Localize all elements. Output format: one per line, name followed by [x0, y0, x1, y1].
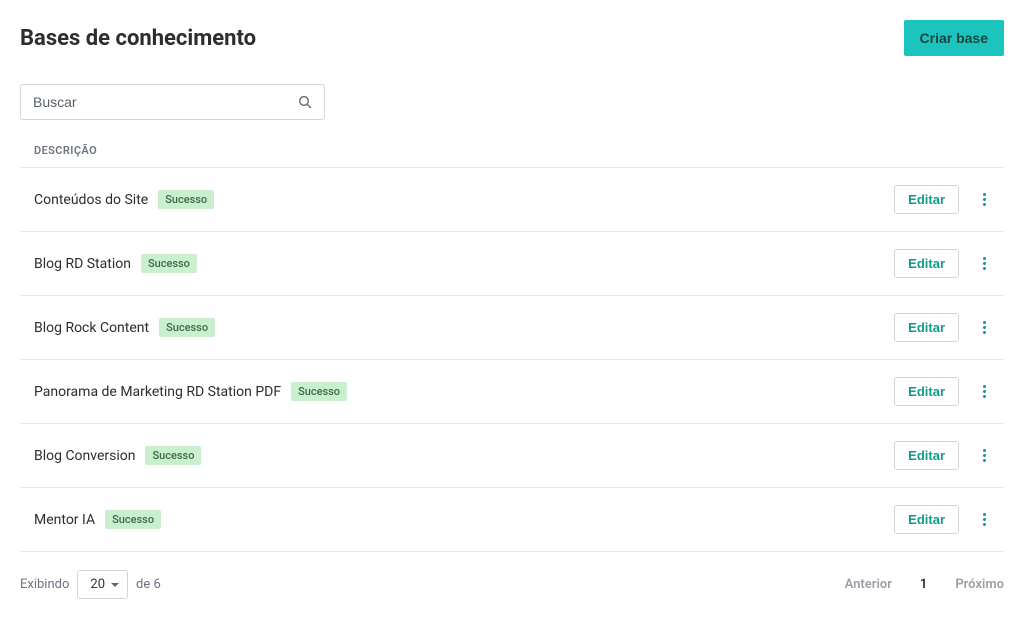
kebab-menu-icon[interactable]: [979, 509, 990, 530]
edit-button[interactable]: Editar: [894, 441, 959, 470]
table-row: Panorama de Marketing RD Station PDF Suc…: [20, 360, 1004, 424]
status-badge: Sucesso: [159, 318, 215, 337]
search-input[interactable]: [20, 84, 325, 120]
status-badge: Sucesso: [158, 190, 214, 209]
table-row: Blog Rock Content Sucesso Editar: [20, 296, 1004, 360]
of-total-label: de 6: [136, 577, 161, 592]
status-badge: Sucesso: [145, 446, 201, 465]
column-header-description: DESCRIÇÃO: [20, 136, 1004, 168]
edit-button[interactable]: Editar: [894, 249, 959, 278]
pager-current: 1: [920, 577, 927, 592]
page-size-value: 20: [90, 577, 105, 592]
row-name: Blog Conversion: [34, 448, 135, 464]
edit-button[interactable]: Editar: [894, 185, 959, 214]
edit-button[interactable]: Editar: [894, 505, 959, 534]
page-size-select[interactable]: 20: [77, 570, 128, 599]
kebab-menu-icon[interactable]: [979, 253, 990, 274]
kebab-menu-icon[interactable]: [979, 317, 990, 338]
status-badge: Sucesso: [141, 254, 197, 273]
search-icon: [297, 94, 313, 110]
row-name: Blog Rock Content: [34, 320, 149, 336]
kebab-menu-icon[interactable]: [979, 189, 990, 210]
kebab-menu-icon[interactable]: [979, 381, 990, 402]
kebab-menu-icon[interactable]: [979, 445, 990, 466]
table-row: Mentor IA Sucesso Editar: [20, 488, 1004, 552]
status-badge: Sucesso: [105, 510, 161, 529]
table-row: Conteúdos do Site Sucesso Editar: [20, 168, 1004, 232]
edit-button[interactable]: Editar: [894, 313, 959, 342]
search-wrapper: [20, 84, 325, 120]
edit-button[interactable]: Editar: [894, 377, 959, 406]
showing-label: Exibindo: [20, 577, 69, 592]
row-name: Panorama de Marketing RD Station PDF: [34, 384, 281, 400]
row-name: Blog RD Station: [34, 256, 131, 272]
page-title: Bases de conhecimento: [20, 26, 256, 51]
create-base-button[interactable]: Criar base: [904, 20, 1004, 56]
pager-next[interactable]: Próximo: [955, 577, 1004, 592]
pager-prev[interactable]: Anterior: [845, 577, 892, 592]
status-badge: Sucesso: [291, 382, 347, 401]
table-row: Blog RD Station Sucesso Editar: [20, 232, 1004, 296]
row-name: Conteúdos do Site: [34, 192, 148, 208]
table-row: Blog Conversion Sucesso Editar: [20, 424, 1004, 488]
chevron-down-icon: [111, 583, 119, 587]
row-name: Mentor IA: [34, 512, 95, 528]
